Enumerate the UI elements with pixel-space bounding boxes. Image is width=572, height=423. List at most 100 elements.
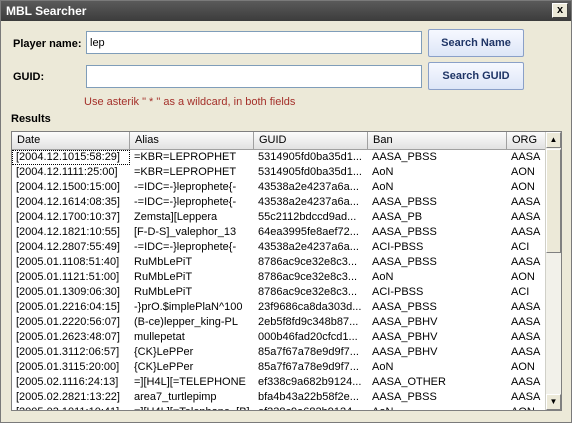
cell-org: AON [507, 405, 546, 410]
cell-date: [2004.12.1821:10:55] [16, 226, 120, 238]
cell-org: AASA [511, 391, 541, 403]
mbl-searcher-window: MBL Searcher x Player name: Search Name … [0, 0, 572, 423]
cell-ban: AASA_PBSS [372, 196, 437, 208]
column-header-guid[interactable]: GUID [254, 132, 368, 150]
cell-guid: 5314905fd0ba35d1... [258, 151, 362, 163]
cell-alias: (B-ce)lepper_king-PL [134, 316, 238, 328]
cell-alias: -=IDC=-}leprophete{- [134, 241, 237, 253]
cell-alias: {CK}LePPer [134, 361, 194, 373]
cell-alias: RuMbLePiT [134, 271, 193, 283]
cell-alias: =][H4L][=Telephone_[B] [130, 405, 254, 410]
table-row[interactable]: [2005.01.1121:51:00] RuMbLePiT 8786ac9ce32… [12, 270, 546, 285]
results-label: Results [11, 113, 51, 125]
table-row[interactable]: [2004.12.1500:15:00] -=IDC=-}leprophete{-… [12, 180, 546, 195]
cell-date: [2005.01.3115:20:00] [16, 361, 120, 373]
cell-ban: AoN [372, 361, 394, 373]
cell-date: [2004.12.1111:25:00] [16, 166, 118, 178]
cell-ban: AASA_PB [372, 211, 423, 223]
player-name-label: Player name: [13, 38, 82, 50]
cell-alias: -=IDC=-}leprophete{- [134, 181, 237, 193]
column-header-alias[interactable]: Alias [130, 132, 254, 150]
cell-guid: 8786ac9ce32e8c3... [258, 286, 358, 298]
table-row[interactable]: [2005.01.1108:51:40] RuMbLePiT 8786ac9ce32… [12, 255, 546, 270]
table-row[interactable]: [2004.12.1614:08:35] -=IDC=-}leprophete{-… [12, 195, 546, 210]
column-header-date[interactable]: Date [12, 132, 130, 150]
table-row[interactable]: [2005.01.2216:04:15] -}prO.$implePlaN^100… [12, 300, 546, 315]
cell-date: [2004.12.1015:58:29] [12, 150, 130, 165]
cell-guid: 8786ac9ce32e8c3... [258, 256, 358, 268]
cell-org: AON [511, 166, 535, 178]
cell-ban: ACI-PBSS [372, 286, 424, 298]
cell-alias: RuMbLePiT [134, 256, 193, 268]
table-row[interactable]: [2004.12.1700:10:37] Zemsta][Leppera 55c21… [12, 210, 546, 225]
table-row[interactable]: [2005.01.1309:06:30] RuMbLePiT 8786ac9ce32… [12, 285, 546, 300]
cell-org: AASA [511, 301, 541, 313]
cell-date: [2005.02.2821:13:22] [16, 391, 120, 403]
table-body[interactable]: [2004.12.1015:58:29] =KBR=LEPROPHET 531490… [12, 150, 546, 410]
cell-org: AASA [511, 346, 541, 358]
scroll-up-arrow-icon[interactable]: ▲ [546, 132, 561, 148]
cell-ban: AASA_PBSS [372, 256, 437, 268]
table-row[interactable]: [2005.03.1011:10:41]=][H4L][=Telephone_[… [12, 405, 546, 410]
scroll-down-arrow-icon[interactable]: ▼ [546, 394, 561, 410]
results-table[interactable]: Date Alias GUID Ban ORG [2004.12.1015:58:29]… [11, 131, 562, 411]
cell-ban: AASA_PBHV [372, 316, 438, 328]
search-name-button[interactable]: Search Name [428, 29, 524, 57]
cell-ban: AASA_PBHV [372, 331, 438, 343]
column-header-org[interactable]: ORG [507, 132, 546, 150]
cell-org: AASA [511, 211, 541, 223]
scroll-thumb[interactable] [546, 149, 561, 253]
search-guid-button[interactable]: Search GUID [428, 62, 524, 90]
cell-guid: 2eb5f8fd9c348b87... [258, 316, 359, 328]
column-header-ban[interactable]: Ban [368, 132, 507, 150]
wildcard-hint: Use asterik " * " as a wildcard, in both… [84, 96, 296, 108]
cell-date: [2004.12.1500:15:00] [16, 181, 120, 193]
cell-date: [2005.01.2623:48:07] [16, 331, 120, 343]
title-bar[interactable]: MBL Searcher x [1, 1, 571, 21]
cell-guid: 000b46fad20cfcd1... [258, 331, 358, 343]
guid-input[interactable] [86, 65, 422, 88]
cell-org: ACI [511, 286, 530, 298]
cell-org: AASA [511, 376, 541, 388]
cell-org: ACI [511, 241, 530, 253]
table-row[interactable]: [2004.12.1821:10:55] [F-D-S]_valephor_13 6… [12, 225, 546, 240]
cell-alias: -}prO.$implePlaN^100 [134, 301, 243, 313]
cell-ban: AASA_PBSS [372, 301, 437, 313]
cell-date: [2005.01.1309:06:30] [16, 286, 120, 298]
table-row[interactable]: [2005.01.3115:20:00] {CK}LePPer 85a7f67a78… [12, 360, 546, 375]
cell-org: AASA [511, 226, 541, 238]
cell-guid: 5314905fd0ba35d1... [258, 166, 362, 178]
cell-date: [2005.01.3112:06:57] [16, 346, 120, 358]
cell-ban: AASA_PBSS [372, 226, 437, 238]
table-row[interactable]: [2004.12.1111:25:00] =KBR=LEPROPHET 531490… [12, 165, 546, 180]
cell-alias: =KBR=LEPROPHET [134, 166, 237, 178]
guid-label: GUID: [13, 71, 45, 83]
close-button[interactable]: x [552, 3, 568, 18]
table-row[interactable]: [2005.02.2821:13:22] area7_turtlepimp bfa4… [12, 390, 546, 405]
cell-org: AASA [511, 256, 541, 268]
table-row[interactable]: [2004.12.1015:58:29] =KBR=LEPROPHET 531490… [12, 150, 546, 165]
cell-guid: 8786ac9ce32e8c3... [258, 271, 358, 283]
cell-ban: ACI-PBSS [372, 241, 424, 253]
cell-guid: 43538a2e4237a6a... [258, 181, 359, 193]
cell-date: [2005.01.1108:51:40] [16, 256, 120, 268]
table-row[interactable]: [2005.02.1116:24:13] =][H4L][=TELEPHONE ef… [12, 375, 546, 390]
player-name-input[interactable] [86, 31, 422, 54]
table-row[interactable]: [2005.01.3112:06:57] {CK}LePPer 85a7f67a78… [12, 345, 546, 360]
cell-alias: area7_turtlepimp [134, 391, 217, 403]
cell-alias: -=IDC=-}leprophete{- [134, 196, 237, 208]
table-row[interactable]: [2005.01.2220:56:07] (B-ce)lepper_king-PL… [12, 315, 546, 330]
table-row[interactable]: [2004.12.2807:55:49] -=IDC=-}leprophete{-… [12, 240, 546, 255]
cell-org: AON [511, 181, 535, 193]
cell-org: AASA [511, 316, 541, 328]
cell-org: AASA [511, 151, 541, 163]
cell-date: [2004.12.2807:55:49] [16, 241, 120, 253]
table-row[interactable]: [2005.01.2623:48:07] mullepetat 000b46fad2… [12, 330, 546, 345]
vertical-scrollbar[interactable]: ▲ ▼ [545, 132, 561, 410]
cell-org: AASA [511, 331, 541, 343]
cell-guid: bfa4b43a22b58f2e... [258, 391, 359, 403]
cell-alias: =][H4L][=TELEPHONE [134, 376, 246, 388]
cell-date: [2005.01.2216:04:15] [16, 301, 120, 313]
cell-alias: mullepetat [134, 331, 185, 343]
cell-ban: AASA_PBHV [372, 346, 438, 358]
